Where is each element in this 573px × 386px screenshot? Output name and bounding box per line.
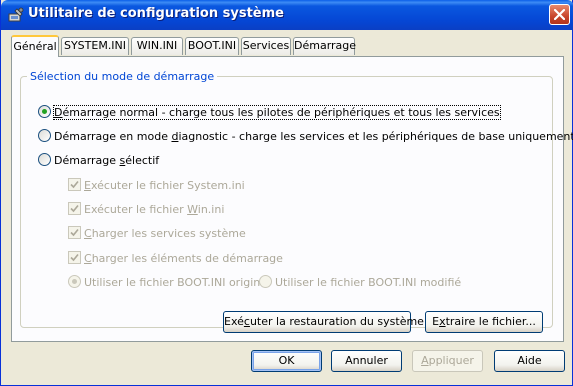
radio-normal-label: Démarrage normal - charge tous les pilot…	[53, 105, 501, 120]
radio-button[interactable]	[38, 105, 51, 118]
tab-startup[interactable]: Démarrage	[293, 37, 356, 55]
radio-diagnostic-label: Démarrage en mode diagnostic - charge le…	[54, 130, 573, 143]
close-icon	[554, 9, 565, 20]
tab-system-ini[interactable]: SYSTEM.INI	[61, 37, 129, 55]
radio-use-original-boot-ini[interactable]: Utiliser le fichier BOOT.INI original	[68, 275, 270, 289]
tab-general[interactable]: Général	[11, 35, 59, 57]
checkbox[interactable]	[68, 226, 81, 239]
radio-diagnostic-startup[interactable]: Démarrage en mode diagnostic - charge le…	[38, 129, 573, 143]
tab-win-ini[interactable]: WIN.INI	[131, 37, 183, 55]
radio-normal-startup[interactable]: Démarrage normal - charge tous les pilot…	[38, 105, 501, 120]
title-bar[interactable]: Utilitaire de configuration système	[1, 0, 573, 30]
help-button[interactable]: Aide	[494, 350, 565, 372]
checkbox[interactable]	[68, 251, 81, 264]
checkmark-icon	[70, 253, 79, 262]
checkbox[interactable]	[68, 178, 81, 191]
group-legend: Sélection du mode de démarrage	[30, 70, 215, 83]
checkbox-load-startup-items[interactable]: Charger les éléments de démarrage	[68, 251, 283, 265]
expand-file-button[interactable]: Extraire le fichier...	[425, 311, 543, 333]
checkmark-icon	[70, 180, 79, 189]
close-button[interactable]	[549, 4, 570, 25]
checkbox-load-system-services[interactable]: Charger les services système	[68, 226, 246, 240]
checkbox-process-system-ini[interactable]: Exécuter le fichier System.ini	[68, 178, 245, 192]
window-title: Utilitaire de configuration système	[28, 6, 284, 21]
ok-button[interactable]: OK	[251, 350, 322, 372]
radio-use-modified-boot-ini[interactable]: Utiliser le fichier BOOT.INI modifié	[259, 275, 461, 289]
apply-button[interactable]: Appliquer	[412, 350, 483, 372]
radio-button[interactable]	[259, 275, 272, 288]
checkbox[interactable]	[68, 202, 81, 215]
system-config-icon	[8, 7, 24, 22]
radio-selective-startup[interactable]: Démarrage sélectif	[38, 153, 159, 167]
radio-selective-label: Démarrage sélectif	[54, 154, 160, 167]
checkmark-icon	[70, 204, 79, 213]
checkbox-process-win-ini[interactable]: Exécuter le fichier Win.ini	[68, 202, 224, 216]
radio-button[interactable]	[38, 129, 51, 142]
tab-boot-ini[interactable]: BOOT.INI	[185, 37, 239, 55]
radio-button[interactable]	[38, 153, 51, 166]
radio-button[interactable]	[68, 275, 81, 288]
tab-panel-general: Sélection du mode de démarrage Démarrage…	[11, 56, 573, 342]
system-config-window: Utilitaire de configuration système Géné…	[0, 0, 573, 386]
cancel-button[interactable]: Annuler	[331, 350, 402, 372]
tab-services[interactable]: Services	[241, 37, 291, 55]
checkmark-icon	[70, 228, 79, 237]
startup-selection-group: Sélection du mode de démarrage Démarrage…	[20, 70, 573, 333]
launch-system-restore-button[interactable]: Exécuter la restauration du système	[223, 311, 424, 333]
